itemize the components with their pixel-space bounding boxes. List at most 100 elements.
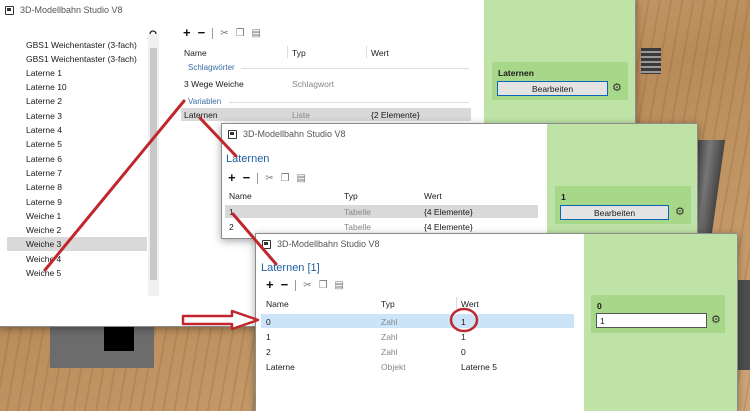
row-value: Laterne 5 [461, 362, 497, 372]
column-header-value[interactable]: Wert [461, 299, 479, 309]
toolbar: + − ✂ ❐ ▤ [183, 26, 261, 39]
list-item[interactable]: Laterne 6 [7, 152, 147, 166]
row-value: {4 Elemente} [424, 222, 473, 232]
keyword-name[interactable]: 3 Wege Weiche [184, 79, 244, 89]
property-title: 0 [597, 301, 602, 311]
variable-name: Laternen [184, 110, 218, 120]
paste-icon[interactable]: ▤ [297, 173, 306, 184]
section-variables: Variablen [188, 97, 222, 106]
list-item-selected[interactable]: Weiche 3 [7, 237, 147, 251]
row-name[interactable]: Laterne [266, 362, 295, 372]
row-value: 0 [461, 347, 466, 357]
toolbar-separator [295, 279, 297, 291]
column-header-name[interactable]: Name [266, 299, 289, 309]
column-divider [287, 46, 288, 58]
list-item[interactable]: GBS1 Weichentaster (3-fach) [7, 38, 147, 52]
list-scrollbar-thumb[interactable] [150, 48, 157, 280]
copy-icon[interactable]: ❐ [281, 173, 290, 184]
list-item[interactable]: Laterne 2 [7, 94, 147, 108]
column-divider [366, 46, 367, 58]
list-item[interactable]: Laterne 1 [7, 66, 147, 80]
column-header-type[interactable]: Typ [344, 191, 358, 201]
column-header-name[interactable]: Name [229, 191, 252, 201]
toolbar: + − ✂ ❐ ▤ [266, 278, 344, 291]
row-name: 1 [229, 207, 234, 217]
value-input[interactable]: 1 [596, 313, 707, 328]
paste-icon[interactable]: ▤ [335, 280, 344, 291]
section-line [241, 68, 469, 69]
table-row-selected[interactable] [225, 205, 538, 218]
cut-icon[interactable]: ✂ [265, 173, 273, 184]
row-type: Tabelle [344, 207, 371, 217]
table-row-selected[interactable] [181, 108, 471, 121]
property-box: 1 Bearbeiten ⚙ [555, 186, 691, 224]
list-item[interactable]: Laterne 10 [7, 80, 147, 94]
edit-button[interactable]: Bearbeiten [497, 81, 608, 96]
list-item[interactable]: Laterne 4 [7, 123, 147, 137]
scene-track-piece [641, 48, 661, 74]
editor-heading: Laternen [1] [261, 262, 320, 274]
row-type: Zahl [381, 332, 398, 342]
toolbar: + − ✂ ❐ ▤ [228, 171, 306, 184]
remove-button[interactable]: − [198, 26, 206, 39]
properties-panel: 1 Bearbeiten ⚙ [547, 124, 697, 238]
property-box: Laternen Bearbeiten ⚙ [492, 62, 628, 100]
list-item[interactable]: GBS1 Weichentaster (3-fach) [7, 52, 147, 66]
row-type: Zahl [381, 347, 398, 357]
row-name[interactable]: 1 [266, 332, 271, 342]
row-type: Objekt [381, 362, 406, 372]
paste-icon[interactable]: ▤ [252, 28, 261, 39]
remove-button[interactable]: − [281, 278, 289, 291]
gear-icon[interactable]: ⚙ [675, 207, 685, 218]
list-item[interactable]: Laterne 8 [7, 180, 147, 194]
remove-button[interactable]: − [243, 171, 251, 184]
row-value: {4 Elemente} [424, 207, 473, 217]
cut-icon[interactable]: ✂ [220, 28, 228, 39]
table-editor-window: 3D-Modellbahn Studio V8 ? ✕ Laternen [1]… [255, 233, 738, 411]
cut-icon[interactable]: ✂ [303, 280, 311, 291]
toolbar-separator [212, 27, 214, 39]
column-header-type[interactable]: Typ [381, 299, 395, 309]
add-button[interactable]: + [266, 278, 274, 291]
gear-icon[interactable]: ⚙ [612, 83, 622, 94]
copy-icon[interactable]: ❐ [236, 28, 245, 39]
property-box: 0 1 ⚙ [591, 295, 725, 333]
variable-type: Liste [292, 110, 310, 120]
properties-panel: 0 1 ⚙ [584, 234, 737, 411]
scene-black-slot [104, 325, 134, 351]
row-type: Tabelle [344, 222, 371, 232]
app-icon [228, 129, 237, 139]
list-item[interactable]: Laterne 3 [7, 109, 147, 123]
column-divider [456, 297, 457, 309]
list-item[interactable]: Weiche 5 [7, 266, 147, 280]
column-header-type[interactable]: Typ [292, 48, 306, 58]
table-row-selected[interactable] [261, 314, 574, 328]
object-list[interactable]: GBS1 Weichentaster (3-fach) GBS1 Weichen… [7, 34, 159, 296]
column-header-name[interactable]: Name [184, 48, 207, 58]
list-item[interactable]: Laterne 5 [7, 137, 147, 151]
column-header-value[interactable]: Wert [424, 191, 442, 201]
list-item[interactable]: Weiche 2 [7, 223, 147, 237]
list-item[interactable]: Weiche 1 [7, 209, 147, 223]
edit-button[interactable]: Bearbeiten [560, 205, 669, 220]
copy-icon[interactable]: ❐ [319, 280, 328, 291]
property-title: Laternen [498, 68, 534, 78]
row-name[interactable]: 2 [266, 347, 271, 357]
section-line [229, 102, 469, 103]
row-value: 1 [461, 317, 466, 327]
keyword-type: Schlagwort [292, 79, 335, 89]
row-value: 1 [461, 332, 466, 342]
variable-value: {2 Elemente} [371, 110, 420, 120]
list-item[interactable]: Laterne 9 [7, 195, 147, 209]
add-button[interactable]: + [228, 171, 236, 184]
column-header-value[interactable]: Wert [371, 48, 389, 58]
add-button[interactable]: + [183, 26, 191, 39]
toolbar-separator [257, 172, 259, 184]
list-item[interactable]: Weiche 4 [7, 252, 147, 266]
row-name[interactable]: 2 [229, 222, 234, 232]
list-item[interactable]: Laterne 7 [7, 166, 147, 180]
list-editor-window: 3D-Modellbahn Studio V8 ? ✕ Laternen + −… [221, 123, 698, 239]
app-icon [5, 5, 14, 15]
gear-icon[interactable]: ⚙ [711, 315, 721, 326]
property-title: 1 [561, 192, 566, 202]
